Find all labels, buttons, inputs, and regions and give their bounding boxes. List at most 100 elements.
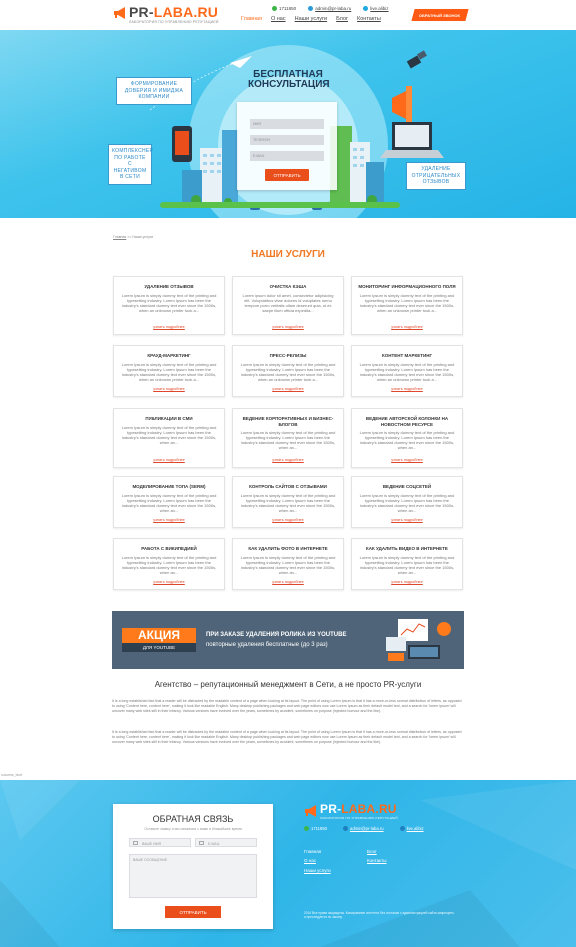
service-card[interactable]: КОНТРОЛЬ САЙТОВ С ОТЗЫВАМИ Lorem Ipsum is… — [232, 476, 344, 528]
service-card-more-link[interactable]: узнать подробнее — [114, 387, 224, 391]
footer-email[interactable]: admin@pr-laba.ru — [343, 826, 384, 831]
footer-link-blog[interactable]: Блог — [367, 849, 377, 854]
service-card-more-link[interactable]: узнать подробнее — [114, 518, 224, 522]
callback-button[interactable]: ОБРАТНЫЙ ЗВОНОК — [411, 9, 469, 21]
promo-banner[interactable]: АКЦИЯ ДЛЯ YOUTUBE ПРИ ЗАКАЗЕ УДАЛЕНИЯ РО… — [112, 611, 464, 669]
feedback-email-input[interactable]: E-MAIL — [195, 838, 257, 847]
footer-note: success_biort — [1, 773, 23, 777]
footer-pattern — [0, 780, 576, 947]
mail-icon — [343, 826, 348, 831]
service-card-title: ВЕДЕНИЕ КОРПОРАТИВНЫХ И БИЗНЕС-БЛОГОВ — [242, 416, 334, 427]
feedback-title: ОБРАТНАЯ СВЯЗЬ — [152, 814, 234, 824]
hero-title: БЕСПЛАТНАЯ КОНСУЛЬТАЦИЯ — [248, 69, 330, 90]
service-card-text: Lorem Ipsum is simply dummy text of the … — [240, 554, 336, 575]
bubble-negative: КОМПЛЕКСНЕР ПО РАБОТЕ С НЕГАТИВОМ В СЕТИ — [108, 144, 153, 185]
service-card-more-link[interactable]: узнать подробнее — [233, 580, 343, 584]
service-card[interactable]: МОДЕЛИРОВАНИЕ ТОПА (SERM) Lorem Ipsum is … — [113, 476, 225, 528]
feedback-name-input[interactable]: ВАШЕ ИМЯ — [129, 838, 191, 847]
service-card-title: МОНИТОРИНГ ИНФОРМАЦИОННОГО ПОЛЯ — [358, 284, 456, 289]
footer-logo-subtitle: ЛАБОРАТОРИЯ ПО УПРАВЛЕНИЮ РЕПУТАЦИЕЙ — [320, 816, 398, 820]
service-card-title: ВЕДЕНИЕ АВТОРСКОЙ КОЛОНКИ НА НОВОСТНОМ Р… — [365, 416, 449, 427]
footer-logo[interactable]: PR-LABA.RU ЛАБОРАТОРИЯ ПО УПРАВЛЕНИЮ РЕП… — [304, 803, 398, 820]
service-card[interactable]: КОНТЕНТ МАРКЕТИНГ Lorem Ipsum is simply d… — [351, 345, 463, 397]
service-card[interactable]: УДАЛЕНИЕ ОТЗЫВОВ Lorem Ipsum is simply du… — [113, 276, 225, 335]
services-title: НАШИ УСЛУГИ — [251, 249, 325, 260]
logo[interactable]: PR-LABA.RU ЛАБОРАТОРИЯ ПО УПРАВЛЕНИЮ РЕП… — [113, 5, 219, 24]
consultation-submit-button[interactable]: ОТПРАВИТЬ — [265, 169, 309, 181]
header-contacts: 1711850 admin@pr-laba.ru live.alibiz — [272, 6, 389, 11]
service-card-more-link[interactable]: узнать подробнее — [352, 387, 462, 391]
feedback-submit-button[interactable]: ОТПРАВИТЬ — [165, 906, 221, 918]
service-card[interactable]: МОНИТОРИНГ ИНФОРМАЦИОННОГО ПОЛЯ Lorem Ips… — [351, 276, 463, 335]
service-card-more-link[interactable]: узнать подробнее — [352, 325, 462, 329]
skype-contact[interactable]: live.alibiz — [363, 6, 389, 11]
service-card-more-link[interactable]: узнать подробнее — [233, 458, 343, 462]
service-card[interactable]: ВЕДЕНИЕ КОРПОРАТИВНЫХ И БИЗНЕС-БЛОГОВ Lor… — [232, 408, 344, 468]
bubble-removal: УДАЛЕНИЕ ОТРИЦАТЕЛЬНЫХ ОТЗЫВОВ — [406, 162, 466, 190]
user-icon — [133, 841, 138, 845]
ground-strip — [160, 202, 400, 208]
nav-blog[interactable]: Блог — [336, 16, 348, 22]
service-card-title: КРАУД-МАРКЕТИНГ — [147, 353, 191, 358]
footer-link-about[interactable]: О нас — [304, 858, 316, 863]
service-card[interactable]: КАК УДАЛИТЬ ВИДЕО В ИНТЕРНЕТЕ Lorem Ipsum… — [351, 538, 463, 590]
feedback-form: ОБРАТНАЯ СВЯЗЬ Оставьте заявку и мы свяж… — [113, 804, 273, 929]
service-card-more-link[interactable]: узнать подробнее — [352, 518, 462, 522]
phone-input[interactable]: ТЕЛЕФОН — [250, 135, 324, 145]
bubble-trust: ФОРМИРОВАНИЕ ДОВЕРИЯ И ИМИДЖА КОМПАНИИ — [116, 77, 192, 105]
footer-link-home[interactable]: Главная — [304, 849, 321, 854]
feedback-message-input[interactable]: ВАШЕ СООБЩЕНИЕ — [129, 854, 257, 898]
name-input[interactable]: ИМЯ — [250, 119, 324, 129]
footer-link-services[interactable]: Наши услуги — [304, 868, 331, 873]
service-card[interactable]: ВЕДЕНИЕ АВТОРСКОЙ КОЛОНКИ НА НОВОСТНОМ Р… — [351, 408, 463, 468]
promo-tag: АКЦИЯ ДЛЯ YOUTUBE — [122, 628, 196, 652]
main-nav: Главная О нас Наши услуги Блог Контакты — [241, 16, 381, 22]
service-card-title: КОНТРОЛЬ САЙТОВ С ОТЗЫВАМИ — [249, 484, 327, 489]
email-contact[interactable]: admin@pr-laba.ru — [308, 6, 351, 11]
service-card[interactable]: ПРЕСС-РЕЛИЗЫ Lorem Ipsum is simply dummy … — [232, 345, 344, 397]
megaphone-icon — [304, 805, 318, 817]
service-card-title: РАБОТА С ВИКИПЕДИЕЙ — [141, 546, 197, 551]
service-card-title: КОНТЕНТ МАРКЕТИНГ — [381, 353, 433, 358]
service-card-text: Lorem ipsum dolor sit amet, consectetur … — [242, 292, 334, 313]
promo-line2: повторные удаления бесплатные (до 3 раз) — [206, 642, 328, 648]
breadcrumb-home[interactable]: Главная — [113, 235, 126, 239]
service-card[interactable]: ПУБЛИКАЦИИ В СМИ Lorem Ipsum is simply du… — [113, 408, 225, 468]
megaphone-icon — [113, 7, 127, 19]
service-card-title: ВЕДЕНИЕ СОЦСЕТЕЙ — [382, 484, 432, 489]
skype-icon — [363, 6, 369, 11]
nav-services[interactable]: Наши услуги — [295, 16, 328, 22]
service-card-more-link[interactable]: узнать подробнее — [352, 580, 462, 584]
footer-skype[interactable]: live.alibiz — [399, 826, 424, 831]
service-card-text: Lorem Ipsum is simply dummy text of the … — [240, 492, 336, 513]
service-card-more-link[interactable]: узнать подробнее — [233, 387, 343, 391]
service-card[interactable]: РАБОТА С ВИКИПЕДИЕЙ Lorem Ipsum is simply… — [113, 538, 225, 590]
phone-icon — [304, 826, 309, 831]
nav-contacts[interactable]: Контакты — [357, 16, 381, 22]
logo-title: PR-LABA.RU — [129, 4, 219, 20]
service-card-more-link[interactable]: узнать подробнее — [114, 580, 224, 584]
nav-about[interactable]: О нас — [271, 16, 286, 22]
phone-contact: 1711850 — [272, 6, 296, 11]
service-card-more-link[interactable]: узнать подробнее — [233, 518, 343, 522]
consultation-form: ИМЯ ТЕЛЕФОН E-MAIL ОТПРАВИТЬ — [237, 102, 337, 190]
devices-illustration — [386, 619, 451, 661]
service-card-more-link[interactable]: узнать подробнее — [114, 325, 224, 329]
service-card-more-link[interactable]: узнать подробнее — [352, 458, 462, 462]
service-card-more-link[interactable]: узнать подробнее — [114, 458, 224, 462]
service-card-title: ОЧИСТКА КЭША — [269, 284, 307, 289]
footer-link-contacts[interactable]: Контакты — [367, 858, 386, 863]
service-card[interactable]: КРАУД-МАРКЕТИНГ Lorem Ipsum is simply dum… — [113, 345, 225, 397]
about-paragraph-2: It is a long established fact that a rea… — [112, 730, 462, 744]
service-card-text: Lorem Ipsum is simply dummy text of the … — [240, 430, 336, 450]
nav-home[interactable]: Главная — [241, 16, 262, 22]
service-card[interactable]: ВЕДЕНИЕ СОЦСЕТЕЙ Lorem Ipsum is simply du… — [351, 476, 463, 528]
service-card[interactable]: КАК УДАЛИТЬ ФОТО В ИНТЕРНЕТЕ Lorem Ipsum … — [232, 538, 344, 590]
email-input[interactable]: E-MAIL — [250, 151, 324, 161]
service-card-text: Lorem Ipsum is simply dummy text of the … — [359, 492, 455, 513]
hero-banner: ФОРМИРОВАНИЕ ДОВЕРИЯ И ИМИДЖА КОМПАНИИ К… — [0, 30, 576, 218]
footer-phone: 1711850 — [304, 826, 327, 831]
breadcrumb: Главная >> Наши услуги — [113, 235, 154, 239]
service-card-more-link[interactable]: узнать подробнее — [233, 325, 343, 329]
service-card[interactable]: ОЧИСТКА КЭША Lorem ipsum dolor sit amet, … — [232, 276, 344, 335]
